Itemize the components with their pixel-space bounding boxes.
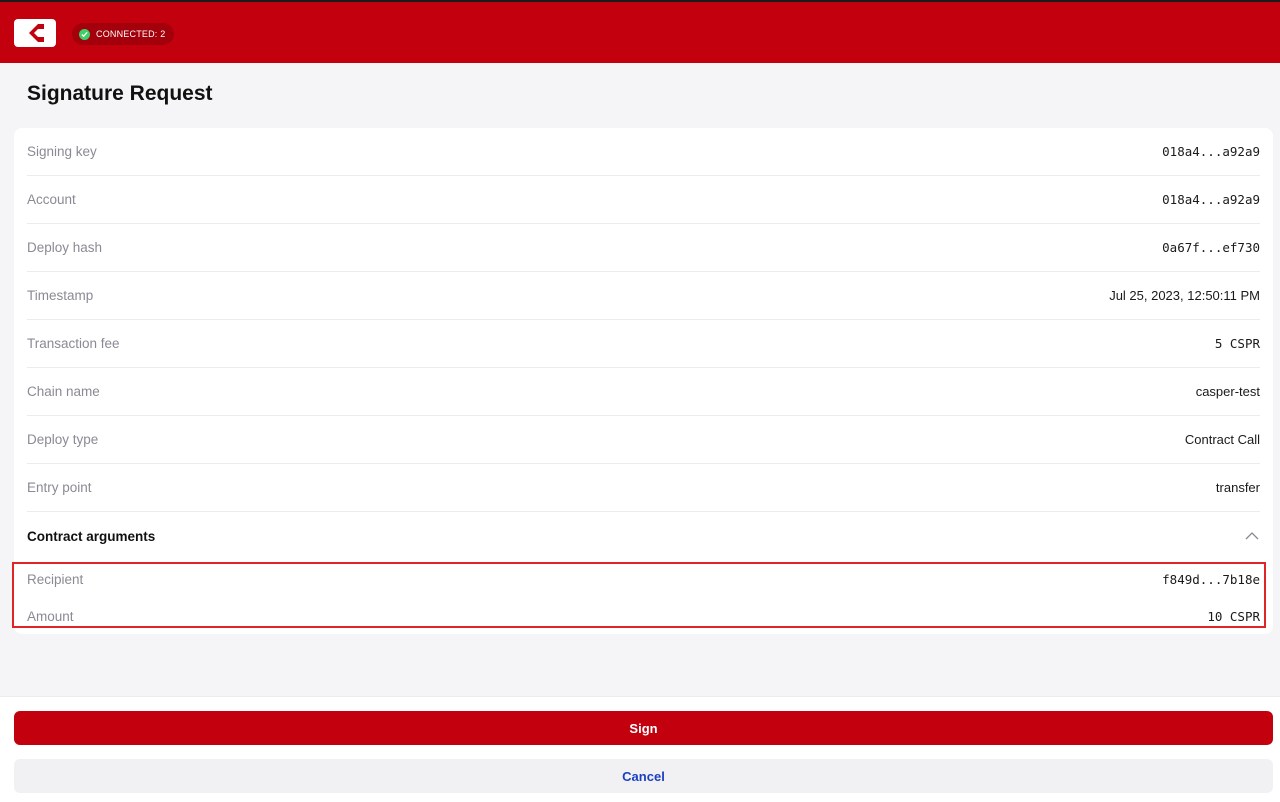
argument-label: Amount	[27, 608, 74, 624]
detail-label: Deploy hash	[27, 240, 103, 255]
deploy-details-card: Signing key 018a4...a92a9 Account 018a4.…	[12, 128, 1273, 634]
detail-value: 0a67f...ef730	[1162, 240, 1260, 255]
detail-label: Entry point	[27, 480, 92, 495]
check-icon	[79, 28, 90, 40]
argument-label: Recipient	[27, 571, 84, 587]
chevron-up-icon	[1244, 528, 1260, 544]
action-footer: Sign Cancel	[0, 696, 1280, 802]
detail-value: Contract Call	[1184, 432, 1260, 447]
detail-row-deploy-type: Deploy type Contract Call	[27, 416, 1260, 464]
detail-label: Chain name	[27, 384, 100, 399]
detail-value: 018a4...a92a9	[1162, 144, 1260, 159]
page-title: Signature Request	[27, 82, 213, 105]
detail-value: Jul 25, 2023, 12:50:11 PM	[1109, 288, 1260, 303]
contract-arguments-toggle[interactable]: Contract arguments	[27, 512, 1260, 560]
detail-value: casper-test	[1195, 384, 1260, 399]
argument-row-amount: Amount 10 CSPR	[27, 606, 1260, 626]
detail-label: Transaction fee	[27, 336, 120, 351]
detail-value: 5 CSPR	[1214, 336, 1260, 351]
detail-row-transaction-fee: Transaction fee 5 CSPR	[27, 320, 1260, 368]
detail-label: Deploy type	[27, 432, 99, 447]
detail-label: Account	[27, 192, 76, 207]
detail-row-deploy-hash: Deploy hash 0a67f...ef730	[27, 224, 1260, 272]
argument-value: f849d...7b18e	[1162, 571, 1260, 587]
detail-label: Timestamp	[27, 288, 94, 303]
detail-row-account: Account 018a4...a92a9	[27, 176, 1260, 224]
connection-status-label: CONNECTED: 2	[96, 29, 166, 39]
sign-button[interactable]: Sign	[14, 711, 1273, 745]
contract-arguments-title: Contract arguments	[27, 528, 156, 544]
detail-value: transfer	[1215, 480, 1260, 495]
detail-row-chain-name: Chain name casper-test	[27, 368, 1260, 416]
detail-value: 018a4...a92a9	[1162, 192, 1260, 207]
app-header: CONNECTED: 2	[0, 0, 1280, 63]
detail-row-timestamp: Timestamp Jul 25, 2023, 12:50:11 PM	[27, 272, 1260, 320]
detail-row-signing-key: Signing key 018a4...a92a9	[27, 128, 1260, 176]
detail-label: Signing key	[27, 144, 97, 159]
casper-logo-icon	[14, 19, 56, 47]
detail-row-entry-point: Entry point transfer	[27, 464, 1260, 512]
argument-row-recipient: Recipient f849d...7b18e	[27, 569, 1260, 589]
connection-status-badge: CONNECTED: 2	[72, 23, 175, 45]
argument-value: 10 CSPR	[1207, 608, 1260, 624]
cancel-button[interactable]: Cancel	[14, 759, 1273, 793]
